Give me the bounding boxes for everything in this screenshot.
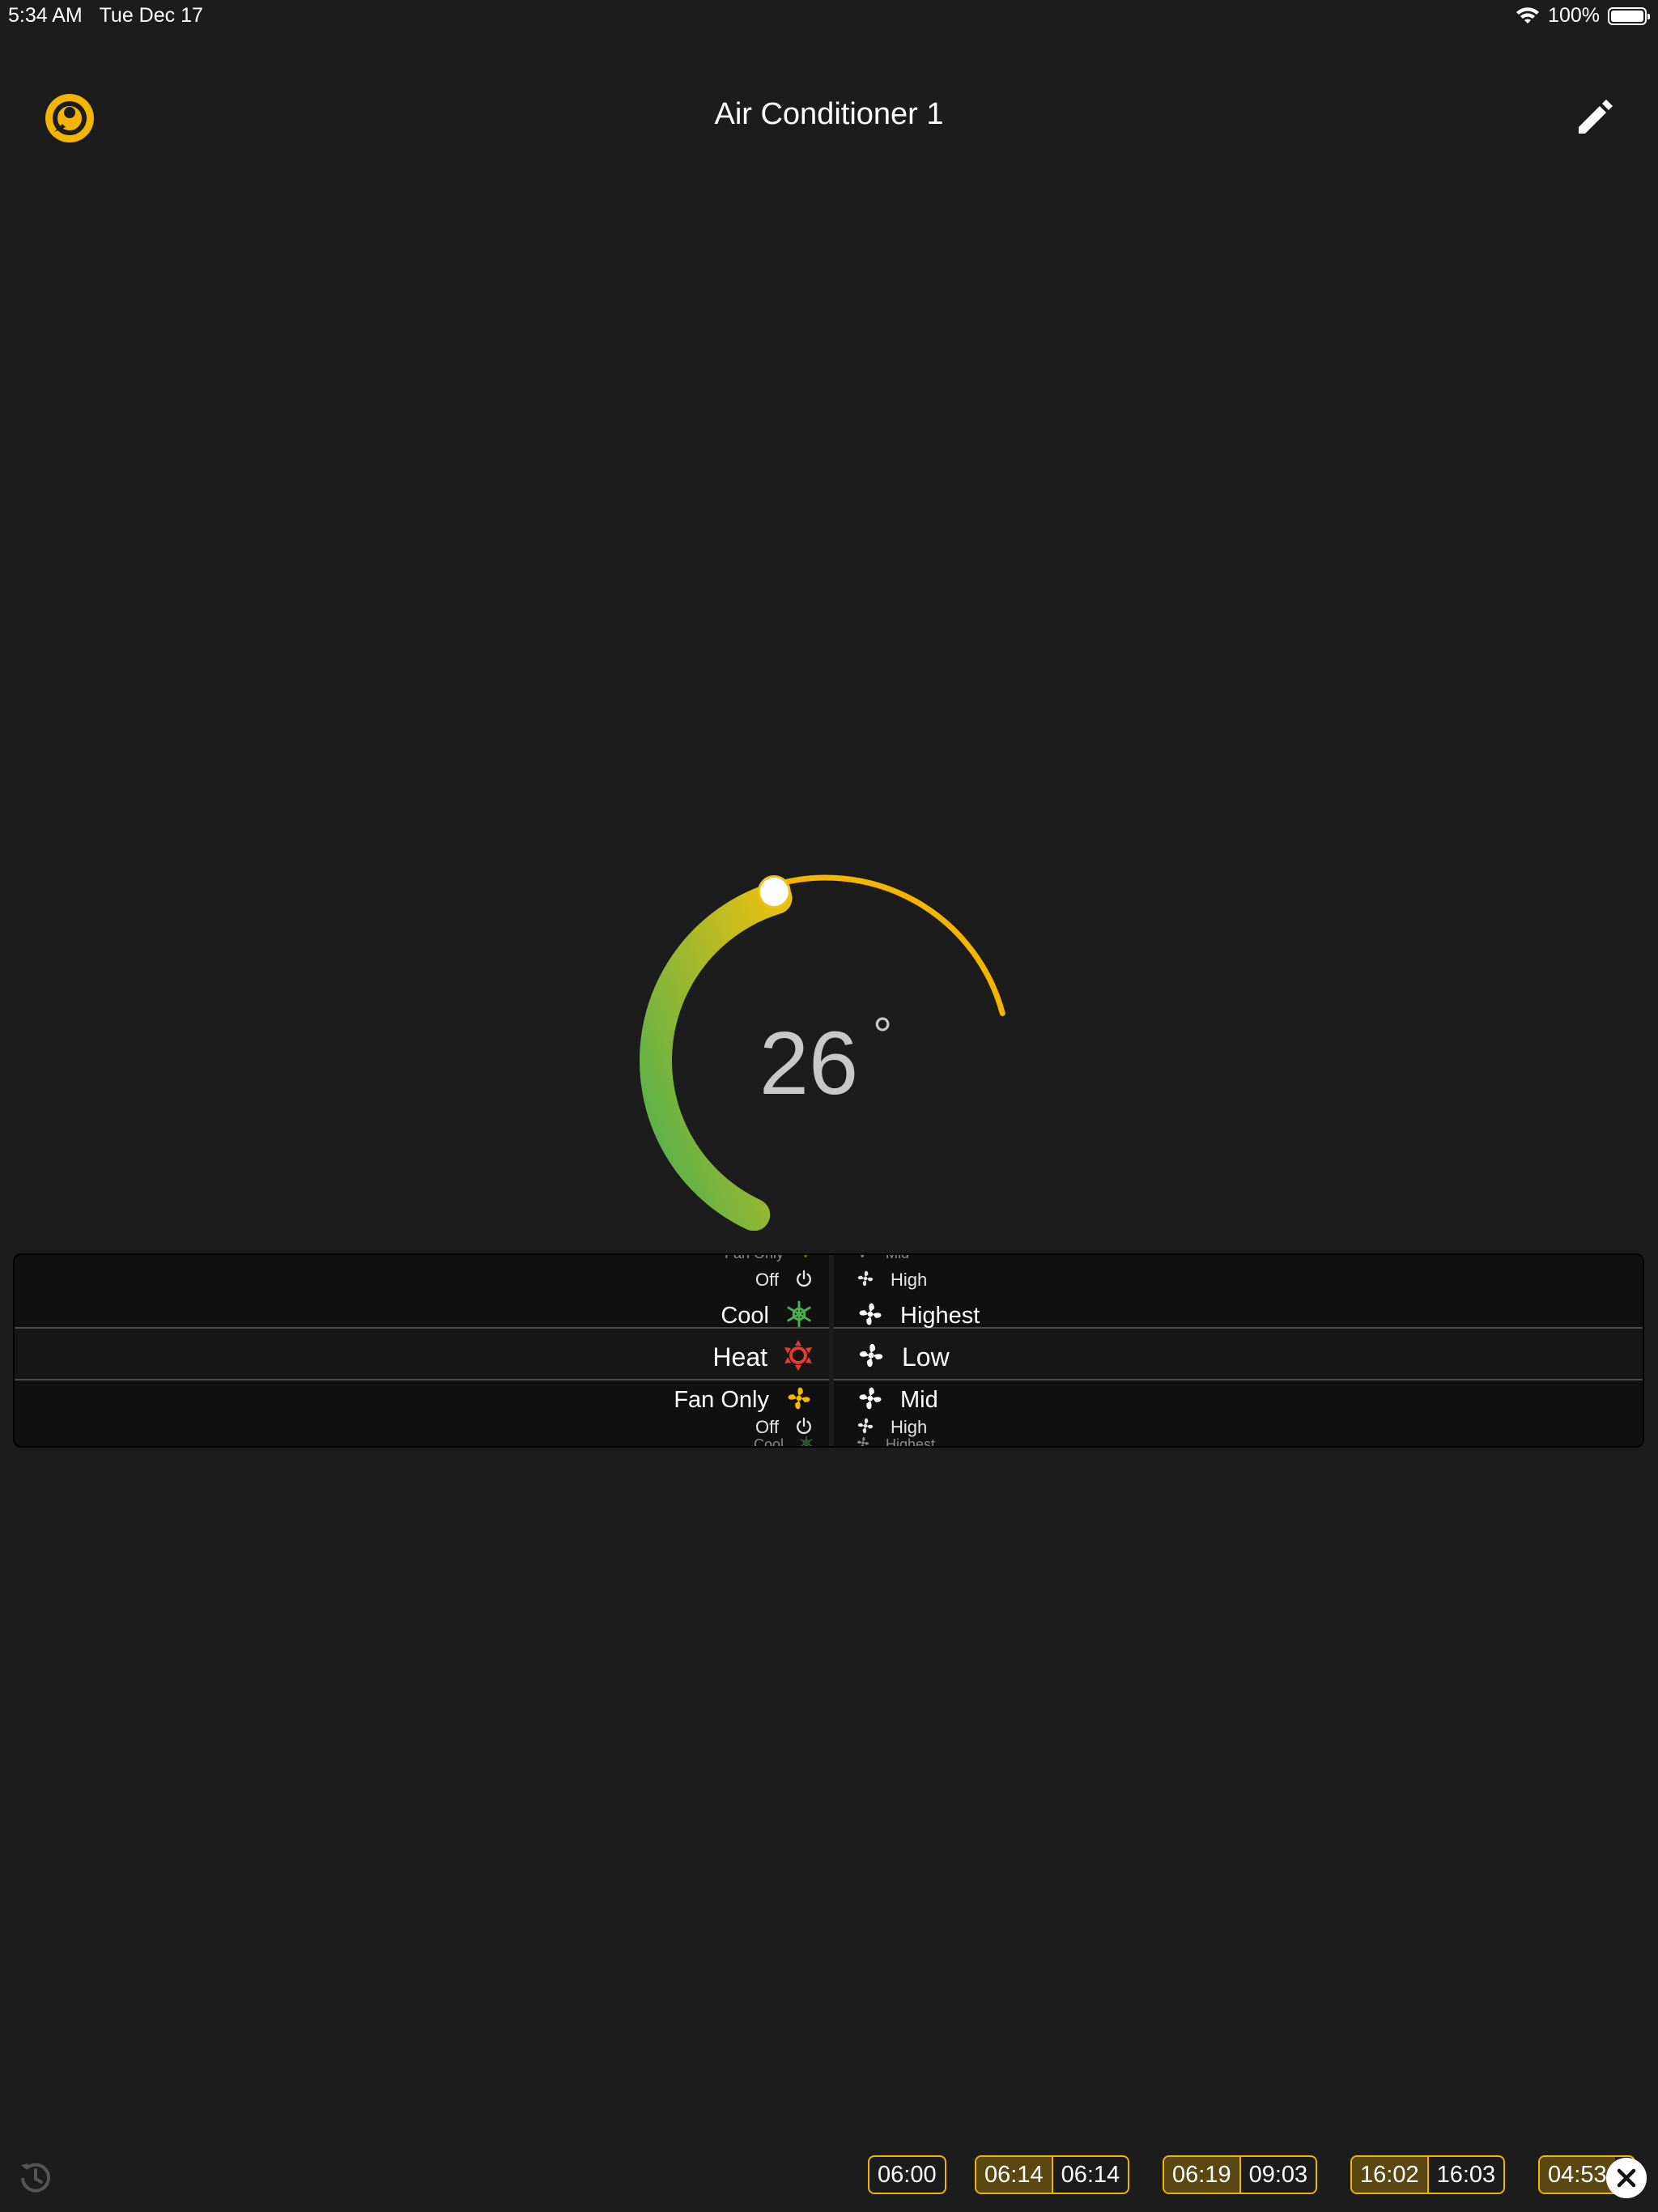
mode-option-label: Heat [712,1342,767,1372]
timeline-start-time: 04:53 [1540,2157,1615,2193]
fan-speed-option-label: Mid [886,1255,909,1262]
mode-fan-picker[interactable]: Fan Only OffCool Heat Fan Only OffCool M… [13,1253,1644,1448]
fan-icon [855,1383,886,1418]
temperature-readout: 26 ° [615,1008,1036,1115]
mode-option-label: Fan Only [674,1386,769,1413]
fan-speed-option[interactable]: Mid [834,1255,909,1264]
temperature-unit: ° [873,1008,893,1062]
fan-icon [855,1339,887,1376]
header: Air Conditioner 1 [0,81,1658,154]
temperature-value: 26 [759,1014,859,1113]
timeline-bar: 06:00 06:14 06:14 06:19 09:03 16:02 16:03 04:53 [0,2146,1658,2202]
fan-speed-option-label: Highest [900,1302,980,1329]
fan-speed-option[interactable]: Highest [834,1299,980,1333]
timeline-start-time: 06:19 [1164,2157,1239,2193]
timeline-chip[interactable]: 06:19 09:03 [1163,2155,1318,2194]
timeline-end-time: 09:03 [1239,2157,1316,2193]
status-indicators: 100% [1516,4,1650,28]
mode-option-label: Off [755,1270,779,1290]
mode-option[interactable]: Fan Only [725,1255,829,1264]
snowflake-icon [784,1299,814,1334]
fan-speed-picker-column[interactable]: Mid High Highest Low Mid High [834,1255,1643,1448]
battery-percent: 100% [1548,4,1600,27]
temperature-dial[interactable]: 26 ° [615,842,1036,1231]
timeline-start-time: 16:02 [1352,2157,1427,2193]
fan-icon [855,1299,886,1334]
battery-icon [1608,6,1650,25]
mode-option-label: Cool [753,1436,784,1448]
mode-option[interactable]: Fan Only [674,1383,829,1417]
timeline-chip[interactable]: 16:02 16:03 [1350,2155,1506,2194]
edit-icon[interactable] [1571,93,1619,142]
fan-icon [855,1268,876,1293]
mode-option[interactable]: Off [755,1268,829,1292]
power-icon [793,1268,814,1293]
close-icon[interactable] [1606,2158,1647,2198]
fan-icon [784,1383,814,1418]
status-bar: 5:34 AM Tue Dec 17 100% [0,0,1658,32]
sun-icon [782,1339,814,1376]
fan-speed-option[interactable]: High [834,1268,927,1292]
fan-speed-option[interactable]: Low [834,1339,950,1375]
mode-option[interactable]: Heat [712,1339,829,1375]
fan-speed-option[interactable]: Mid [834,1383,938,1417]
fan-speed-option-label: Low [902,1342,950,1372]
timeline-chip[interactable]: 06:00 [868,2155,946,2194]
page-title: Air Conditioner 1 [714,97,944,131]
mode-option-label: Cool [721,1302,769,1329]
mode-option-label: Fan Only [725,1255,784,1262]
timeline-start-time: 06:14 [976,2157,1052,2193]
wifi-icon [1516,6,1540,23]
status-time: 5:34 AM Tue Dec 17 [8,4,203,27]
timeline-start-time: 06:00 [878,2161,937,2188]
fan-icon [798,1255,814,1264]
mode-picker-column[interactable]: Fan Only OffCool Heat Fan Only OffCool [15,1255,829,1448]
gauge-knob[interactable] [757,875,791,909]
fan-speed-option[interactable]: Highest [834,1435,936,1448]
timeline-chip[interactable]: 06:14 06:14 [975,2155,1130,2194]
mode-option[interactable]: Cool [721,1299,829,1333]
snowflake-icon [798,1435,814,1446]
mode-option[interactable]: Cool [753,1435,829,1448]
history-icon[interactable] [15,2157,57,2199]
timeline-end-time: 06:14 [1051,2157,1129,2193]
fan-speed-option-label: High [891,1270,928,1290]
fan-speed-option-label: Mid [900,1386,938,1413]
fan-icon [855,1255,871,1264]
fan-icon [855,1435,871,1446]
fan-speed-option-label: Highest [886,1436,936,1448]
gauge-remaining-arc [769,874,1005,1017]
timeline-end-time: 16:03 [1426,2157,1504,2193]
